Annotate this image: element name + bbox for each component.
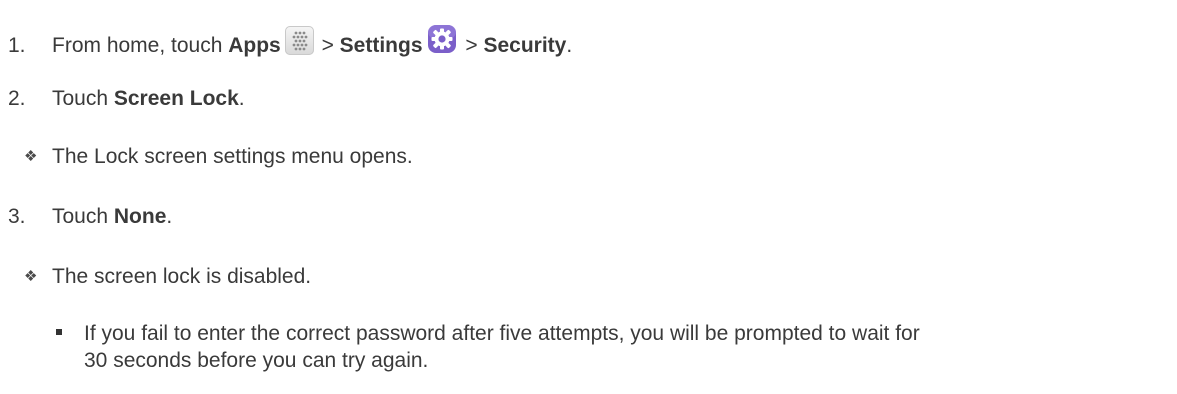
note-line-2: 30 seconds before you can try again. — [84, 348, 428, 374]
step-text: From home, touch — [52, 34, 229, 57]
result-text: The Lock screen settings menu opens. — [52, 145, 413, 168]
none-label: None — [113, 205, 167, 228]
step-number: 1. — [8, 34, 26, 57]
result-text: The screen lock is disabled. — [52, 265, 312, 288]
step-number: 3. — [8, 205, 26, 228]
diamond-bullet-icon: ❖ — [24, 148, 38, 165]
step-2-result: ❖ The Lock screen settings menu opens. — [24, 144, 413, 170]
step-3-result: ❖ The screen lock is disabled. — [24, 264, 311, 290]
note-text: 30 seconds before you can try again. — [84, 349, 429, 372]
step-1: 1. From home, touch Apps > Settings > Se… — [8, 24, 572, 59]
security-label: Security — [483, 34, 567, 57]
step-text: Touch — [52, 205, 114, 228]
settings-label: Settings — [339, 34, 423, 57]
apps-grid-icon — [284, 26, 314, 55]
step-text: Touch — [52, 87, 114, 110]
settings-gear-icon — [427, 24, 457, 54]
step-end: . — [166, 205, 173, 228]
step-number: 2. — [8, 87, 26, 110]
note-text: If you fail to enter the correct passwor… — [84, 322, 920, 345]
note-line-1: If you fail to enter the correct passwor… — [56, 321, 920, 347]
step-2: 2. Touch Screen Lock. — [8, 86, 245, 112]
separator: > — [459, 34, 484, 57]
screen-lock-label: Screen Lock — [113, 87, 239, 110]
step-end: . — [238, 87, 245, 110]
step-3: 3. Touch None. — [8, 204, 172, 230]
square-bullet-icon — [56, 329, 62, 335]
separator: > — [315, 34, 340, 57]
step-end: . — [566, 34, 573, 57]
diamond-bullet-icon: ❖ — [24, 268, 38, 285]
apps-label: Apps — [228, 34, 281, 57]
